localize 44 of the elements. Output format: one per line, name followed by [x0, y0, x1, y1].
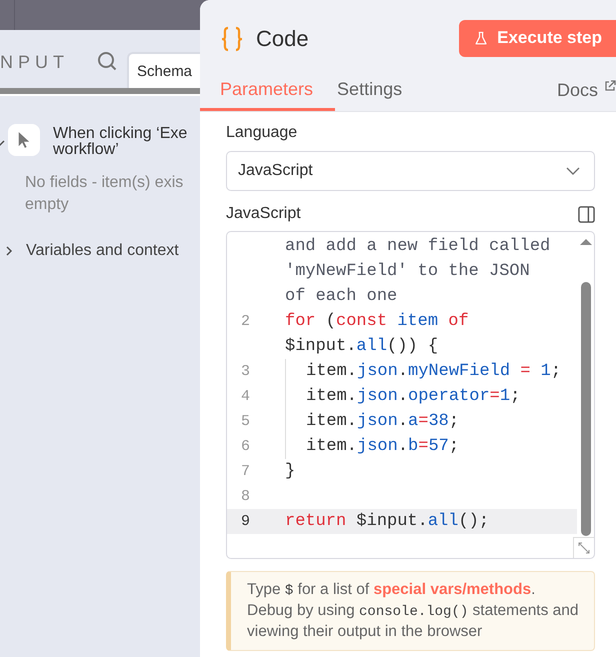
group-label[interactable]: Variables and context — [26, 242, 179, 260]
line-number: 8 — [240, 488, 252, 505]
line-number: 4 — [240, 388, 252, 405]
flask-icon — [475, 30, 488, 46]
code-line: item.json.a=38; — [285, 409, 460, 434]
chevron-down-icon — [566, 167, 580, 175]
code-line: item.json.myNewField = 1; — [285, 359, 562, 384]
line-number: 3 — [240, 363, 252, 380]
code-line: of each one — [285, 287, 398, 306]
scroll-up-icon[interactable] — [580, 238, 592, 246]
cursor-icon — [8, 124, 40, 156]
side-panel-icon[interactable] — [578, 206, 595, 222]
empty-note: No fields - item(s) exis empty — [25, 173, 184, 215]
line-number: 7 — [240, 463, 252, 480]
line-number: 5 — [240, 413, 252, 430]
external-link-icon — [604, 80, 616, 92]
code-line: } — [285, 462, 296, 481]
chevron-icon[interactable] — [4, 246, 14, 256]
language-select[interactable]: JavaScript — [226, 151, 595, 191]
special-vars-link[interactable]: special vars/methods — [373, 581, 532, 598]
resize-handle[interactable] — [573, 537, 594, 558]
line-number: 2 — [240, 313, 252, 330]
code-line: item.json.b=57; — [285, 434, 460, 459]
code-line: 'myNewField' to the JSON — [285, 262, 530, 281]
panel-title: NPUT — [0, 52, 69, 73]
node-label: When clicking ‘Exe workflow’ — [53, 126, 188, 158]
line-number: 6 — [240, 438, 252, 455]
code-line: item.json.operator=1; — [285, 384, 520, 409]
docs-link[interactable]: Docs — [556, 80, 616, 111]
execute-button[interactable]: Execute step — [459, 20, 616, 57]
scrollbar-thumb[interactable] — [581, 282, 591, 536]
code-editor[interactable] — [226, 231, 595, 559]
braces-icon — [220, 26, 244, 52]
field-label: JavaScript — [226, 205, 301, 223]
schema-tab[interactable]: Schema — [127, 52, 200, 88]
tip-text: Type $ for a list of special vars/methods. Debug by using console.log() statements and viewing their output in the browser — [247, 580, 580, 642]
code-line: for (const item of — [285, 312, 469, 331]
code-line: $input.all()) { — [285, 337, 438, 356]
tab[interactable]: Settings — [335, 79, 424, 111]
node-title: Code — [256, 26, 309, 52]
search-icon[interactable] — [97, 51, 117, 71]
field-label: Language — [226, 124, 298, 142]
code-line: and add a new field called — [285, 237, 550, 256]
line-number: 9 — [240, 513, 252, 530]
